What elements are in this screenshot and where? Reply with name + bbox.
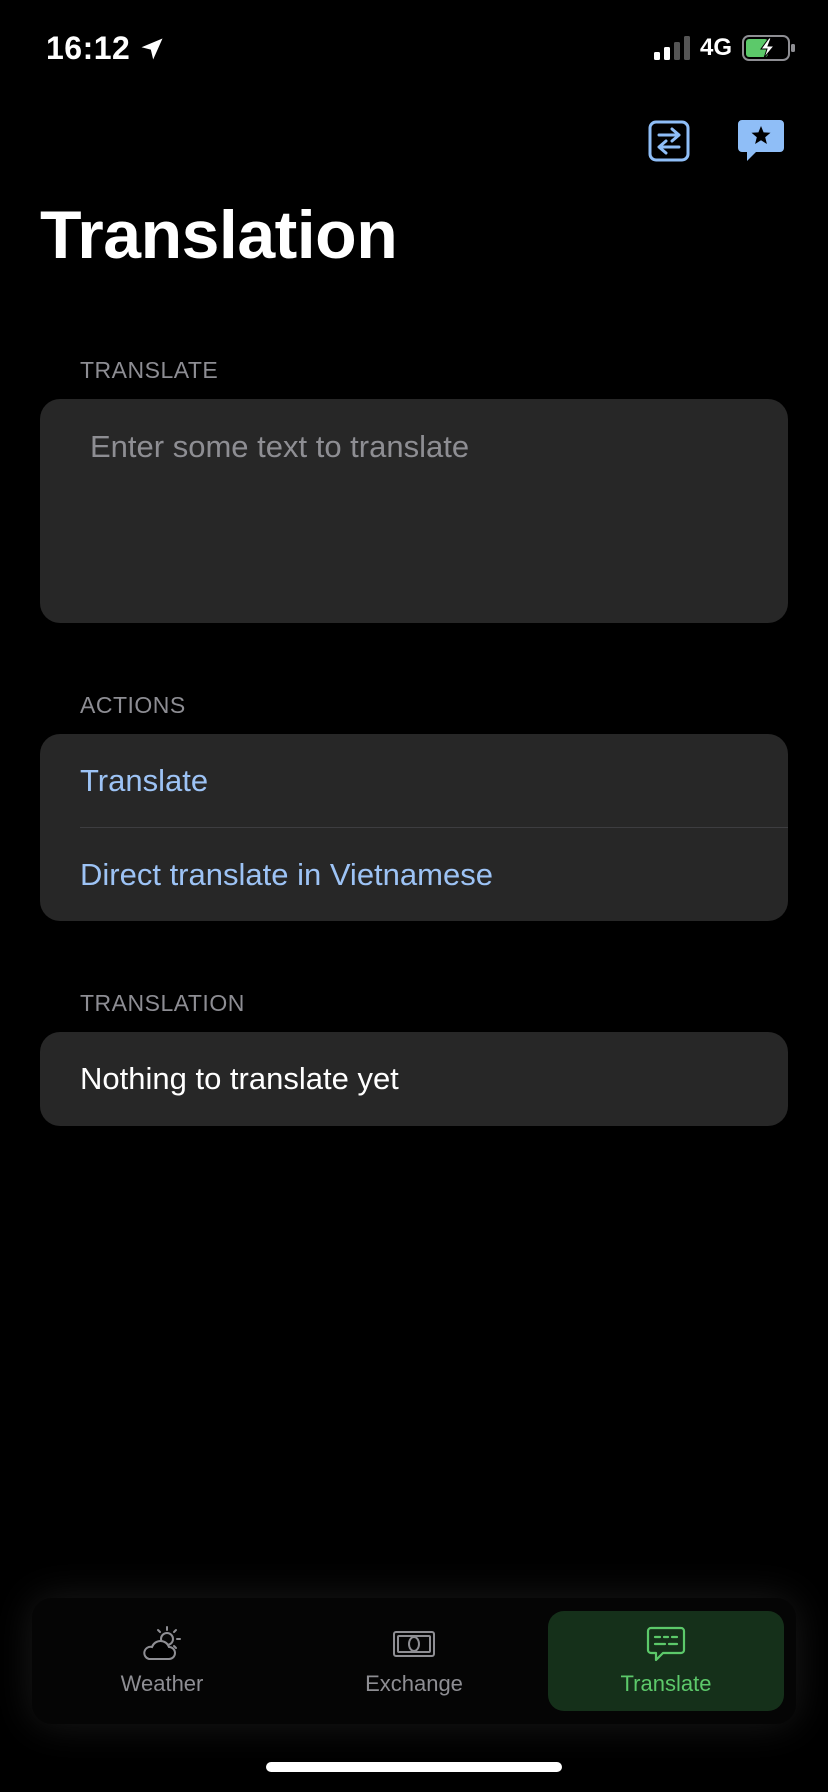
favorites-button[interactable]	[736, 116, 786, 166]
exchange-icon	[393, 1631, 435, 1657]
tab-translate[interactable]: Translate	[548, 1611, 784, 1711]
status-time: 16:12	[46, 30, 166, 67]
status-time-text: 16:12	[46, 30, 131, 66]
tab-translate-label: Translate	[620, 1671, 712, 1696]
status-bar: 16:12 4G	[0, 0, 828, 100]
swap-languages-button[interactable]	[644, 116, 694, 166]
favorite-chat-icon	[738, 120, 784, 161]
home-indicator	[266, 1762, 562, 1772]
translation-section-header: TRANSLATION	[80, 990, 245, 1016]
battery-charging-icon	[742, 35, 795, 61]
cellular-signal-icon	[653, 36, 690, 60]
header-toolbar	[644, 116, 786, 166]
tab-weather-label: Weather	[120, 1671, 204, 1696]
translate-input-card	[40, 399, 788, 623]
direct-translate-vietnamese-button[interactable]: Direct translate in Vietnamese	[40, 828, 788, 921]
page-title: Translation	[40, 197, 398, 273]
translate-section-header: TRANSLATE	[80, 357, 219, 383]
weather-icon	[143, 1626, 181, 1660]
tab-bar: Weather Exchange Translate	[32, 1598, 796, 1724]
translation-result: Nothing to translate yet	[40, 1032, 788, 1126]
translate-input[interactable]	[40, 399, 788, 623]
tab-exchange[interactable]: Exchange	[296, 1611, 532, 1711]
location-arrow-icon	[141, 38, 163, 59]
network-type: 4G	[699, 34, 732, 61]
translate-action-button[interactable]: Translate	[40, 734, 788, 827]
actions-section-header: ACTIONS	[80, 692, 186, 718]
swap-languages-icon	[648, 120, 690, 162]
actions-card: Translate Direct translate in Vietnamese	[40, 734, 788, 921]
translate-icon	[646, 1626, 686, 1662]
status-indicators: 4G	[653, 34, 796, 62]
tab-weather[interactable]: Weather	[44, 1611, 280, 1711]
tab-exchange-label: Exchange	[365, 1671, 463, 1696]
